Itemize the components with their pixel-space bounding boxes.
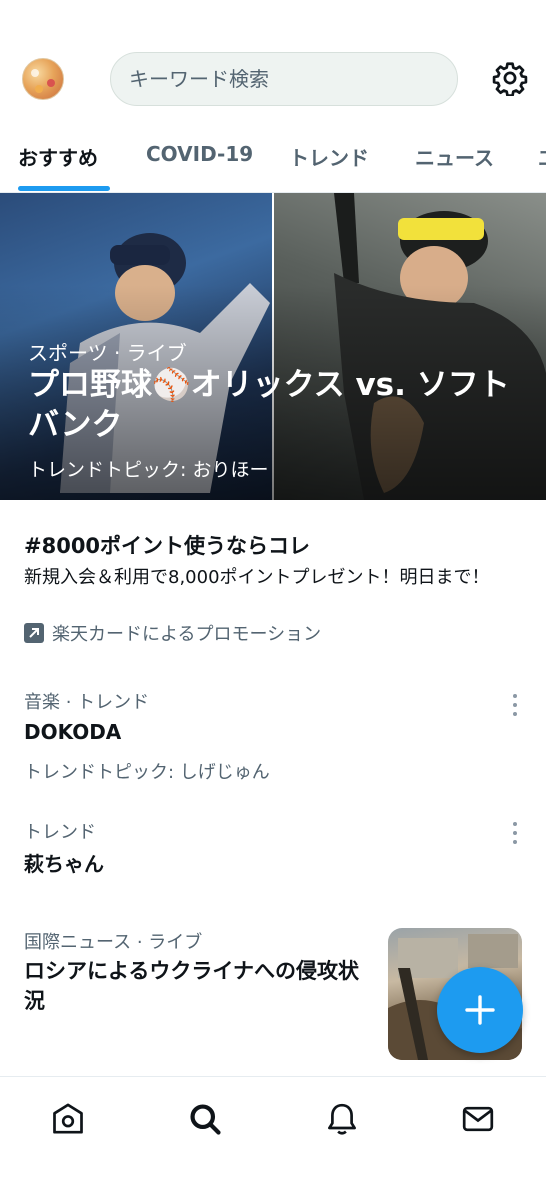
compose-button[interactable] xyxy=(437,967,523,1053)
search-input[interactable] xyxy=(129,67,457,91)
gear-icon[interactable] xyxy=(492,60,528,96)
home-icon[interactable] xyxy=(50,1101,86,1137)
tab-entertainment[interactable]: エ xyxy=(538,142,546,171)
hero-subtitle: トレンドトピック: おりほー xyxy=(28,459,269,481)
promoted-by-label: 楽天カードによるプロモーション xyxy=(52,624,322,645)
tab-trend[interactable]: トレンド xyxy=(289,142,369,171)
tab-bar: おすすめ COVID-19 トレンド ニュース エ xyxy=(0,134,546,192)
tab-news[interactable]: ニュース xyxy=(415,142,494,171)
trend-title: 萩ちゃん xyxy=(24,852,104,876)
bottom-navigation xyxy=(0,1076,546,1200)
avatar-decoration xyxy=(47,79,55,87)
hero-title: プロ野球⚾オリックス vs. ソフトバンク xyxy=(28,367,510,444)
trend-topic: トレンドトピック: しげじゅん xyxy=(24,762,270,783)
tab-covid[interactable]: COVID-19 xyxy=(146,142,253,166)
avatar-decoration xyxy=(31,69,39,77)
plus-icon xyxy=(465,995,495,1025)
active-tab-indicator xyxy=(18,186,110,191)
mail-icon[interactable] xyxy=(460,1101,496,1137)
top-bar xyxy=(0,0,546,130)
trend-category: 音楽 · トレンド xyxy=(24,692,150,713)
search-icon[interactable] xyxy=(187,1101,223,1137)
promo-title: #8000ポイント使うならコレ xyxy=(24,534,311,558)
bell-icon[interactable] xyxy=(324,1101,360,1137)
promo-description: 新規入会＆利用で8,000ポイントプレゼント！明日まで！ xyxy=(24,567,490,588)
hero-category: スポーツ · ライブ xyxy=(28,341,187,365)
news-category: 国際ニュース · ライブ xyxy=(24,932,203,953)
more-options-icon[interactable] xyxy=(508,694,522,716)
avatar[interactable] xyxy=(22,58,64,100)
trend-title: DOKODA xyxy=(24,720,122,744)
promoted-arrow-icon xyxy=(24,623,44,643)
search-bar[interactable] xyxy=(110,52,458,106)
promoted-by: 楽天カードによるプロモーション xyxy=(24,620,321,646)
tab-recommended[interactable]: おすすめ xyxy=(18,142,98,171)
more-options-icon[interactable] xyxy=(508,822,522,844)
trend-category: トレンド xyxy=(24,822,96,843)
news-title: ロシアによるウクライナへの侵攻状況 xyxy=(24,959,359,1014)
hero-trend-card[interactable]: スポーツ · ライブ プロ野球⚾オリックス vs. ソフトバンク トレンドトピッ… xyxy=(0,193,546,500)
avatar-decoration xyxy=(35,85,43,93)
